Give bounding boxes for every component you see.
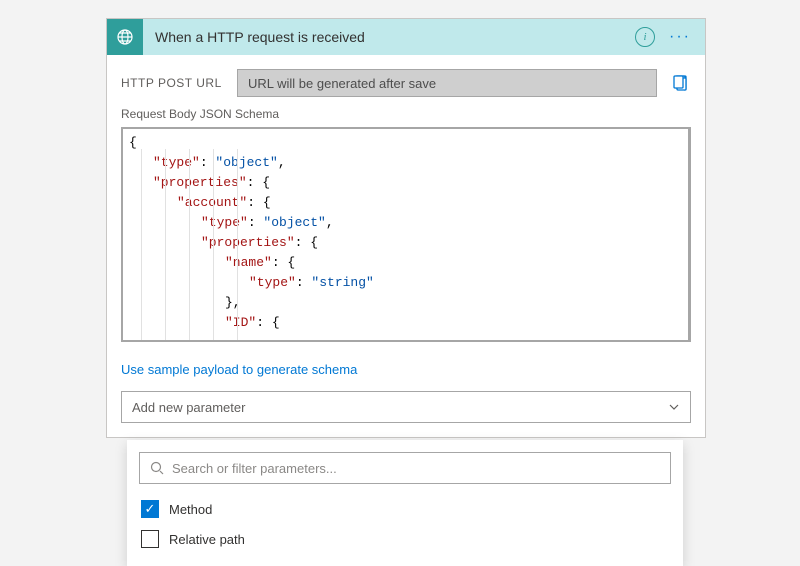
parameter-option-label: Relative path xyxy=(169,532,245,547)
card-title: When a HTTP request is received xyxy=(143,29,635,45)
trigger-card: When a HTTP request is received i ··· HT… xyxy=(106,18,706,438)
parameter-option[interactable]: Relative path xyxy=(139,524,671,554)
checkbox-icon[interactable]: ✓ xyxy=(141,500,159,518)
copy-url-button[interactable] xyxy=(669,72,691,94)
url-label: HTTP POST URL xyxy=(121,76,225,90)
use-sample-payload-link[interactable]: Use sample payload to generate schema xyxy=(107,352,371,391)
info-icon[interactable]: i xyxy=(635,27,655,47)
card-header[interactable]: When a HTTP request is received i ··· xyxy=(107,19,705,55)
schema-label: Request Body JSON Schema xyxy=(121,107,691,121)
add-parameter-dropdown[interactable]: Add new parameter xyxy=(121,391,691,423)
url-readonly-box: URL will be generated after save xyxy=(237,69,657,97)
parameter-search-box[interactable] xyxy=(139,452,671,484)
more-menu-button[interactable]: ··· xyxy=(665,28,695,46)
parameter-search-input[interactable] xyxy=(172,461,660,476)
parameter-option-label: Method xyxy=(169,502,212,517)
schema-textarea[interactable]: {"type": "object","properties": {"accoun… xyxy=(121,127,691,342)
checkbox-icon[interactable] xyxy=(141,530,159,548)
chevron-down-icon xyxy=(668,401,680,413)
parameter-option[interactable]: ✓ Method xyxy=(139,494,671,524)
search-icon xyxy=(150,461,164,475)
http-trigger-icon xyxy=(107,19,143,55)
parameter-dropdown-panel: ✓ Method Relative path xyxy=(127,440,683,566)
schema-section: Request Body JSON Schema {"type": "objec… xyxy=(107,107,705,352)
url-row: HTTP POST URL URL will be generated afte… xyxy=(107,55,705,107)
add-parameter-placeholder: Add new parameter xyxy=(132,400,245,415)
